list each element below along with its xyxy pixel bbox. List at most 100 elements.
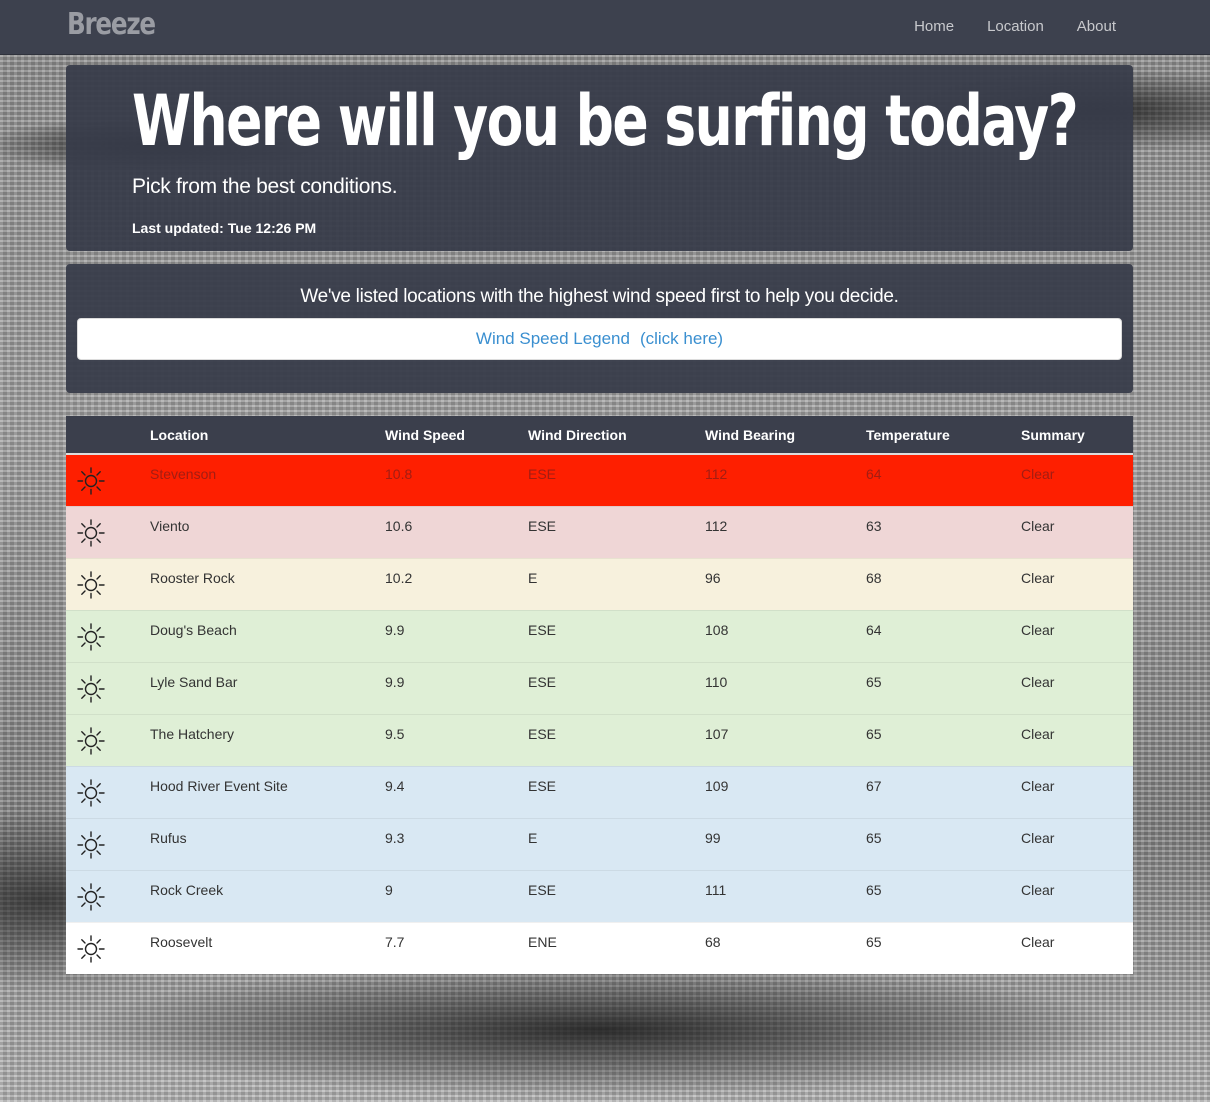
sun-icon: [77, 935, 105, 963]
table-row[interactable]: The Hatchery 9.5 ESE 107 65 Clear: [66, 713, 1133, 766]
table-body: Stevenson 10.8 ESE 112 64 Clear Viento 1…: [66, 453, 1133, 974]
wind-direction-cell: ESE: [528, 609, 705, 662]
nav-link-about[interactable]: About: [1077, 18, 1116, 35]
summary-value: Clear: [1021, 829, 1055, 846]
location-cell: Viento: [150, 505, 385, 558]
temperature-cell: 65: [866, 869, 1021, 922]
column-header-icon: [66, 416, 150, 455]
wind-speed-value: 9.3: [385, 829, 405, 846]
location-name: Rock Creek: [150, 881, 224, 898]
wind-direction-value: ESE: [528, 466, 557, 482]
conditions-table-wrap: Location Wind Speed Wind Direction Wind …: [66, 416, 1133, 974]
location-cell: Lyle Sand Bar: [150, 661, 385, 714]
temperature-cell: 63: [866, 505, 1021, 558]
wind-direction-cell: ESE: [528, 869, 705, 922]
wind-bearing-cell: 110: [705, 661, 866, 714]
location-cell: Rooster Rock: [150, 557, 385, 610]
temperature-value: 67: [866, 777, 882, 794]
summary-cell: Clear: [1021, 453, 1133, 506]
wind-direction-value: ESE: [528, 777, 557, 794]
brand-logo[interactable]: Breeze: [67, 7, 156, 42]
wind-direction-cell: ESE: [528, 505, 705, 558]
temperature-value: 64: [866, 466, 882, 482]
sun-icon: [77, 571, 105, 599]
table-row[interactable]: Viento 10.6 ESE 112 63 Clear: [66, 505, 1133, 558]
wind-speed-cell: 9.9: [385, 609, 528, 662]
page-subtitle: Pick from the best conditions.: [132, 175, 398, 198]
wind-direction-cell: E: [528, 817, 705, 870]
location-name: Rooster Rock: [150, 569, 235, 586]
wind-direction-value: ESE: [528, 673, 557, 690]
weather-icon-cell: [66, 557, 150, 610]
location-name: Rufus: [150, 829, 187, 846]
sun-icon: [77, 467, 105, 495]
sun-icon: [77, 727, 105, 755]
location-cell: Roosevelt: [150, 921, 385, 974]
table-row[interactable]: Rooster Rock 10.2 E 96 68 Clear: [66, 557, 1133, 610]
nav-link-location[interactable]: Location: [987, 18, 1044, 35]
wind-direction-cell: ESE: [528, 713, 705, 766]
sun-icon: [77, 779, 105, 807]
location-cell: Hood River Event Site: [150, 765, 385, 818]
wind-speed-value: 9: [385, 881, 393, 898]
temperature-cell: 68: [866, 557, 1021, 610]
wind-speed-value: 9.5: [385, 725, 405, 742]
location-name: Hood River Event Site: [150, 777, 288, 794]
wind-bearing-value: 107: [705, 725, 729, 742]
page-title: Where will you be surfing today?: [132, 80, 1079, 162]
wind-speed-cell: 9: [385, 869, 528, 922]
temperature-value: 63: [866, 517, 882, 534]
summary-cell: Clear: [1021, 609, 1133, 662]
location-name: Lyle Sand Bar: [150, 673, 238, 690]
temperature-cell: 65: [866, 713, 1021, 766]
wind-bearing-value: 110: [705, 673, 728, 690]
table-row[interactable]: Lyle Sand Bar 9.9 ESE 110 65 Clear: [66, 661, 1133, 714]
wind-speed-value: 9.9: [385, 673, 405, 690]
table-row[interactable]: Rufus 9.3 E 99 65 Clear: [66, 817, 1133, 870]
wind-bearing-cell: 107: [705, 713, 866, 766]
location-cell: Rock Creek: [150, 869, 385, 922]
location-name: Roosevelt: [150, 933, 213, 950]
navbar: Breeze Home Location About: [0, 0, 1210, 55]
location-name: Viento: [150, 517, 190, 534]
table-row[interactable]: Stevenson 10.8 ESE 112 64 Clear: [66, 453, 1133, 506]
last-updated-value: Tue 12:26 PM: [227, 220, 317, 236]
legend-button-label: Wind Speed Legend: [475, 329, 630, 348]
legend-button-hint: (click here): [639, 329, 724, 348]
table-row[interactable]: Roosevelt 7.7 ENE 68 65 Clear: [66, 921, 1133, 974]
summary-value: Clear: [1021, 673, 1055, 690]
wind-bearing-value: 112: [705, 517, 728, 534]
summary-value: Clear: [1021, 777, 1055, 794]
wind-speed-legend-button[interactable]: Wind Speed Legend (click here): [77, 318, 1122, 360]
weather-icon-cell: [66, 661, 150, 714]
wind-bearing-cell: 112: [705, 505, 866, 558]
wind-speed-value: 10.2: [385, 569, 413, 586]
wind-direction-cell: ESE: [528, 453, 705, 506]
wind-speed-cell: 9.3: [385, 817, 528, 870]
wind-bearing-value: 108: [705, 621, 729, 638]
summary-cell: Clear: [1021, 713, 1133, 766]
wind-speed-value: 10.8: [385, 466, 413, 482]
wind-speed-cell: 9.4: [385, 765, 528, 818]
summary-value: Clear: [1021, 621, 1055, 638]
wind-bearing-cell: 96: [705, 557, 866, 610]
temperature-value: 68: [866, 569, 882, 586]
wind-speed-value: 7.7: [385, 933, 405, 950]
temperature-value: 65: [866, 933, 882, 950]
table-row[interactable]: Rock Creek 9 ESE 111 65 Clear: [66, 869, 1133, 922]
location-cell: Stevenson: [150, 453, 385, 506]
nav-link-home[interactable]: Home: [914, 18, 954, 35]
sun-icon: [77, 675, 105, 703]
location-cell: Rufus: [150, 817, 385, 870]
nav-links: Home Location About: [914, 18, 1116, 35]
wind-speed-cell: 9.5: [385, 713, 528, 766]
summary-cell: Clear: [1021, 869, 1133, 922]
temperature-cell: 64: [866, 609, 1021, 662]
table-row[interactable]: Hood River Event Site 9.4 ESE 109 67 Cle…: [66, 765, 1133, 818]
info-panel: We've listed locations with the highest …: [66, 264, 1133, 393]
conditions-table: Location Wind Speed Wind Direction Wind …: [66, 416, 1133, 974]
wind-direction-value: E: [528, 569, 538, 586]
temperature-cell: 65: [866, 817, 1021, 870]
table-row[interactable]: Doug's Beach 9.9 ESE 108 64 Clear: [66, 609, 1133, 662]
wind-bearing-cell: 108: [705, 609, 866, 662]
